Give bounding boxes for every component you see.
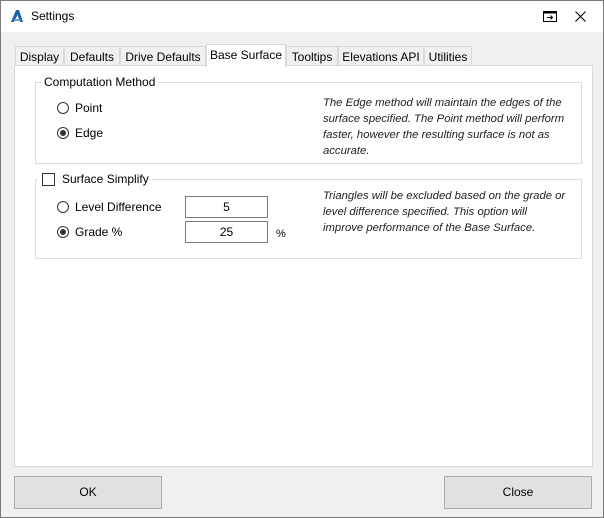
level-difference-radio-option[interactable]: Level Difference (57, 200, 177, 216)
tab-display[interactable]: Display (15, 46, 64, 66)
title-bar: Settings (1, 1, 603, 32)
level-difference-input[interactable]: 5 (185, 196, 268, 218)
point-radio[interactable] (57, 102, 69, 114)
level-difference-radio[interactable] (57, 201, 69, 213)
tab-elevations-api[interactable]: Elevations API (338, 46, 424, 66)
surface-simplify-label: Surface Simplify (62, 172, 149, 186)
surface-simplify-group: Surface Simplify Level Difference 5 Grad… (35, 172, 582, 259)
grade-unit: % (276, 228, 286, 240)
tab-drive-defaults[interactable]: Drive Defaults (120, 46, 206, 66)
edge-radio[interactable] (57, 127, 69, 139)
autodesk-a-icon (9, 8, 25, 24)
tab-base-surface[interactable]: Base Surface (206, 44, 286, 67)
window-close-button[interactable] (557, 1, 603, 32)
grade-label: Grade % (75, 225, 123, 239)
edge-radio-option[interactable]: Edge (57, 126, 137, 142)
grade-radio-option[interactable]: Grade % (57, 225, 177, 241)
tab-utilities[interactable]: Utilities (424, 46, 472, 66)
computation-method-description: The Edge method will maintain the edges … (323, 97, 565, 157)
window-title: Settings (31, 9, 75, 23)
close-icon (575, 11, 586, 25)
edge-radio-label: Edge (75, 126, 104, 140)
point-radio-option[interactable]: Point (57, 101, 137, 117)
grade-radio[interactable] (57, 226, 69, 238)
surface-simplify-checkbox[interactable] (42, 173, 55, 186)
base-surface-panel: Computation Method Point Edge The Edge m… (14, 65, 593, 467)
tab-tooltips[interactable]: Tooltips (286, 46, 338, 66)
computation-method-title: Computation Method (42, 75, 158, 89)
surface-simplify-description-clip: Triangles will be excluded based on the … (323, 188, 568, 250)
surface-simplify-header[interactable]: Surface Simplify (38, 172, 150, 188)
tab-defaults[interactable]: Defaults (64, 46, 120, 66)
level-difference-label: Level Difference (75, 200, 162, 214)
surface-simplify-description: Triangles will be excluded based on the … (323, 190, 566, 234)
point-radio-label: Point (75, 101, 103, 115)
grade-input[interactable]: 25 (185, 221, 268, 243)
close-button[interactable]: Close (444, 476, 592, 509)
settings-window: Settings Display Defaults Drive Defaults… (0, 0, 604, 518)
ok-button[interactable]: OK (14, 476, 162, 509)
computation-method-group: Computation Method Point Edge The Edge m… (35, 75, 582, 164)
window-restore-icon (543, 11, 557, 25)
